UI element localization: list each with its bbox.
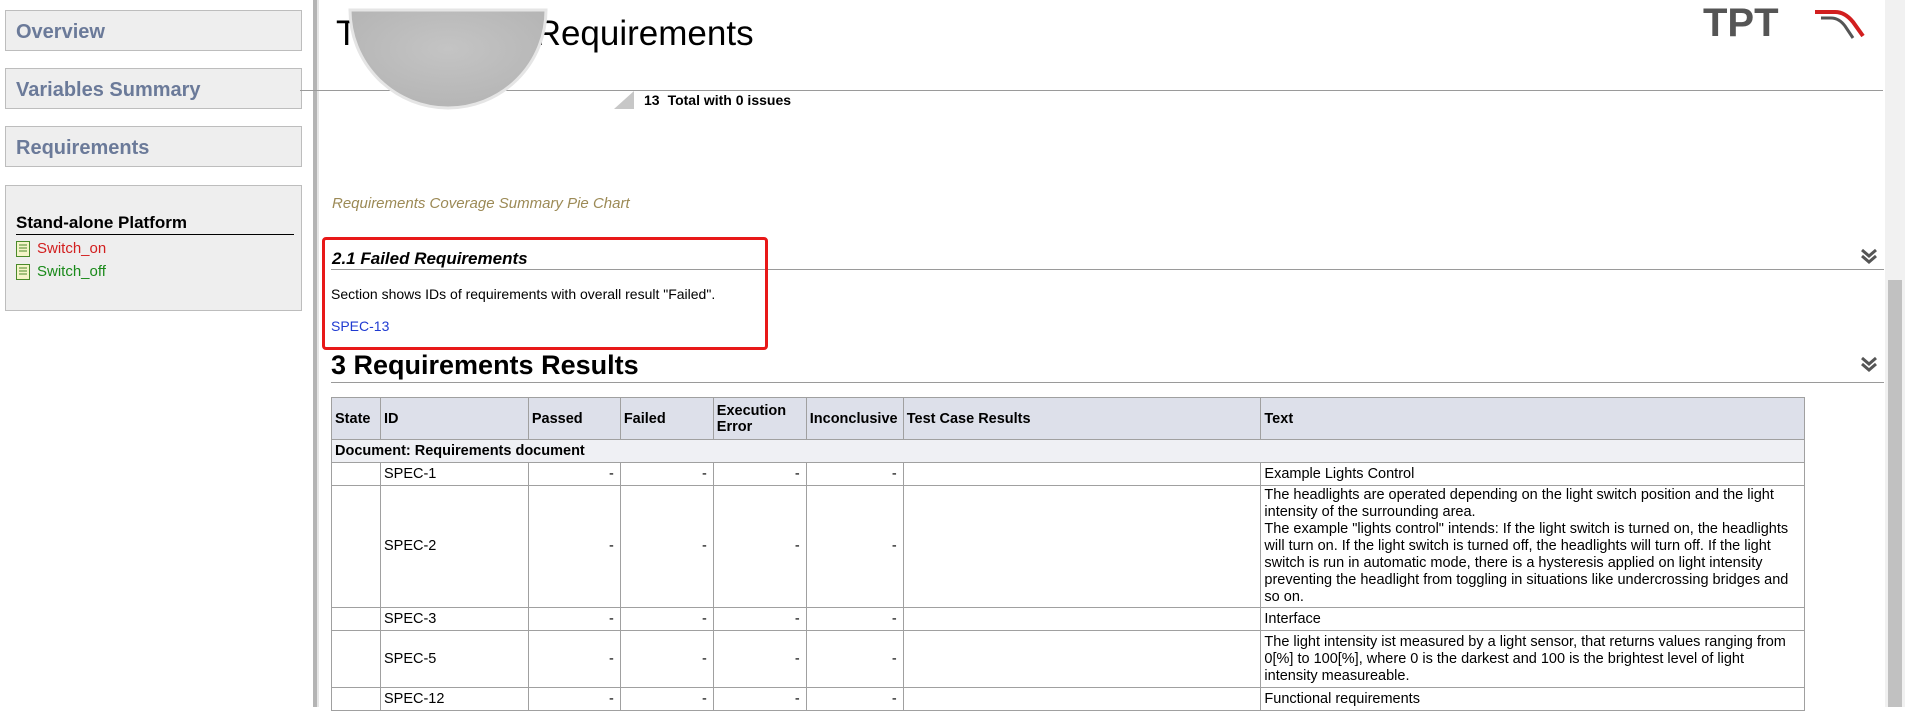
cell-id: SPEC-1: [379, 462, 529, 486]
cell-passed: -: [527, 607, 621, 631]
cell-failed: -: [619, 630, 714, 688]
cell-failed: -: [619, 462, 714, 486]
cell-test-case-results: [902, 462, 1262, 486]
column-header-id: ID: [379, 397, 529, 440]
cell-text: Functional requirements: [1260, 687, 1805, 711]
nav-overview[interactable]: Overview: [5, 10, 302, 51]
cell-id: SPEC-5: [379, 630, 529, 688]
coverage-legend-entry: 13 Total with 0 issues: [614, 91, 791, 109]
requirements-results-table: State ID Passed Failed Execution Error I…: [331, 397, 1805, 711]
collapse-chevron-icon[interactable]: [1860, 356, 1878, 372]
cell-test-case-results: [902, 485, 1262, 608]
column-header-passed: Passed: [527, 397, 621, 440]
test-case-doc-icon: [16, 263, 30, 280]
test-case-switch-on-label: Switch_on: [37, 240, 107, 257]
cell-execution-error: -: [712, 462, 807, 486]
table-row: SPEC-12 - - - - Functional requirements: [331, 687, 1805, 711]
test-case-switch-off[interactable]: Switch_off: [16, 263, 291, 280]
cell-execution-error: -: [712, 687, 807, 711]
cell-inconclusive: -: [805, 607, 904, 631]
cell-text: The headlights are operated depending on…: [1260, 485, 1805, 608]
cell-id: SPEC-2: [379, 485, 529, 608]
column-header-state: State: [331, 397, 381, 440]
collapse-chevron-icon[interactable]: [1860, 248, 1878, 264]
cell-execution-error: -: [712, 630, 807, 688]
cell-failed: -: [619, 485, 714, 608]
cell-passed: -: [527, 485, 621, 608]
results-section-divider: [331, 382, 1884, 383]
nav-variables-summary[interactable]: Variables Summary: [5, 68, 302, 109]
pie-slice-covered: [348, 8, 548, 110]
table-header-row: State ID Passed Failed Execution Error I…: [331, 397, 1805, 440]
test-case-switch-on[interactable]: Switch_on: [16, 240, 291, 257]
cell-id: SPEC-3: [379, 607, 529, 631]
platform-title: Stand-alone Platform: [16, 213, 294, 235]
cell-state: [331, 630, 381, 688]
table-row: SPEC-3 - - - - Interface: [331, 607, 1805, 631]
cell-test-case-results: [902, 630, 1262, 688]
nav-overview-label: Overview: [16, 21, 105, 43]
cell-state: [331, 687, 381, 711]
sidebar: Overview Variables Summary Requirements …: [0, 0, 312, 707]
nav-variables-summary-label: Variables Summary: [16, 79, 201, 101]
cell-id: SPEC-12: [379, 687, 529, 711]
pie-chart-caption: Requirements Coverage Summary Pie Chart: [332, 195, 630, 212]
cell-passed: -: [527, 630, 621, 688]
cell-state: [331, 462, 381, 486]
document-group-label: Document: Requirements document: [331, 439, 1805, 463]
legend-text: Total with 0 issues: [667, 92, 792, 108]
column-header-inconclusive: Inconclusive: [805, 397, 904, 440]
cell-text: The light intensity ist measured by a li…: [1260, 630, 1805, 688]
highlight-box: [322, 237, 768, 350]
requirements-results-heading: 3 Requirements Results: [331, 350, 639, 380]
document-group-row: Document: Requirements document: [331, 439, 1805, 463]
platform-panel: Stand-alone Platform Switch_on Switch_of…: [5, 185, 302, 311]
legend-count: 13: [644, 92, 660, 108]
nav-requirements[interactable]: Requirements: [5, 126, 302, 167]
test-case-doc-icon: [16, 240, 30, 257]
tpt-logo-text: TPT: [1703, 4, 1779, 45]
tpt-logo: TPT: [1703, 4, 1865, 45]
scrollbar-thumb[interactable]: [1888, 280, 1902, 707]
test-case-switch-off-label: Switch_off: [37, 263, 106, 280]
column-header-failed: Failed: [619, 397, 714, 440]
cell-execution-error: -: [712, 485, 807, 608]
cell-failed: -: [619, 687, 714, 711]
cell-passed: -: [527, 687, 621, 711]
cell-test-case-results: [902, 607, 1262, 631]
cell-inconclusive: -: [805, 630, 904, 688]
cell-passed: -: [527, 462, 621, 486]
cell-text: Example Lights Control: [1260, 462, 1805, 486]
coverage-pie-chart: 84.6%: [348, 8, 548, 129]
cell-inconclusive: -: [805, 687, 904, 711]
cell-failed: -: [619, 607, 714, 631]
cell-text: Interface: [1260, 607, 1805, 631]
column-header-text: Text: [1260, 397, 1805, 440]
nav-requirements-label: Requirements: [16, 137, 150, 159]
column-header-test-case-results: Test Case Results: [902, 397, 1262, 440]
cell-state: [331, 607, 381, 631]
sidebar-splitter-edge: [317, 0, 319, 707]
cell-execution-error: -: [712, 607, 807, 631]
table-row: SPEC-2 - - - - The headlights are operat…: [331, 485, 1805, 608]
column-header-execution-error: Execution Error: [712, 397, 807, 440]
cell-inconclusive: -: [805, 485, 904, 608]
cell-test-case-results: [902, 687, 1262, 711]
pie-percent-label: 84.6%: [430, 114, 467, 129]
cell-inconclusive: -: [805, 462, 904, 486]
cell-state: [331, 485, 381, 608]
table-row: SPEC-5 - - - - The light intensity ist m…: [331, 630, 1805, 688]
table-row: SPEC-1 - - - - Example Lights Control: [331, 462, 1805, 486]
legend-marker-icon: [614, 91, 634, 109]
